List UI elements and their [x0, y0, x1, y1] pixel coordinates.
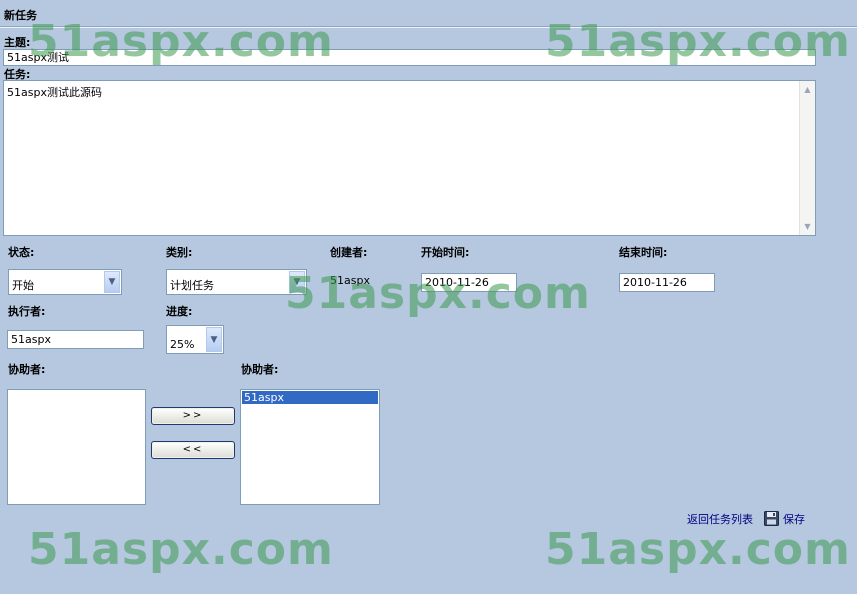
- task-text: 51aspx测试此源码: [7, 86, 102, 99]
- progress-select[interactable]: 25% ▼: [166, 325, 224, 354]
- status-selected-value: 开始: [12, 279, 34, 292]
- end-time-input[interactable]: 2010-11-26: [619, 273, 715, 292]
- watermark: 51aspx.com: [545, 524, 851, 575]
- progress-selected-value: 25%: [170, 338, 195, 351]
- subject-input[interactable]: 51aspx测试: [3, 49, 816, 66]
- creator-label: 创建者:: [330, 246, 368, 259]
- start-time-input[interactable]: 2010-11-26: [421, 273, 517, 292]
- back-to-task-list-link[interactable]: 返回任务列表: [687, 511, 753, 527]
- category-select[interactable]: 计划任务 ▼: [166, 269, 307, 295]
- remove-assistant-button[interactable]: <<: [151, 441, 235, 459]
- list-item[interactable]: 51aspx: [242, 391, 378, 404]
- assistants-available-list[interactable]: [7, 389, 146, 505]
- executor-input[interactable]: 51aspx: [7, 330, 144, 349]
- subject-label: 主题:: [4, 36, 31, 49]
- arrow-up-icon[interactable]: ▲: [801, 83, 814, 96]
- chevron-down-icon[interactable]: ▼: [206, 327, 222, 352]
- assistants-selected-list[interactable]: 51aspx: [240, 389, 380, 505]
- save-link[interactable]: 保存: [783, 511, 805, 527]
- chevron-down-icon[interactable]: ▼: [104, 271, 120, 293]
- add-assistant-button[interactable]: >>: [151, 407, 235, 425]
- category-selected-value: 计划任务: [170, 279, 214, 292]
- task-scrollbar[interactable]: ▲ ▼: [799, 81, 815, 235]
- start-time-label: 开始时间:: [421, 246, 470, 259]
- progress-label: 进度:: [166, 305, 193, 318]
- chevron-down-icon[interactable]: ▼: [289, 271, 305, 293]
- assistants-selected-label: 协助者:: [241, 363, 279, 376]
- page-title: 新任务: [4, 9, 37, 22]
- watermark: 51aspx.com: [28, 524, 334, 575]
- end-time-label: 结束时间:: [619, 246, 668, 259]
- floppy-disk-icon[interactable]: [764, 511, 779, 526]
- creator-value: 51aspx: [330, 274, 370, 287]
- category-label: 类别:: [166, 246, 193, 259]
- header-divider: [0, 26, 857, 28]
- status-select[interactable]: 开始 ▼: [8, 269, 122, 295]
- status-label: 状态:: [8, 246, 35, 259]
- executor-label: 执行者:: [8, 305, 46, 318]
- assistants-available-label: 协助者:: [8, 363, 46, 376]
- arrow-down-icon[interactable]: ▼: [801, 220, 814, 233]
- task-textarea[interactable]: 51aspx测试此源码 ▲ ▼: [3, 80, 816, 236]
